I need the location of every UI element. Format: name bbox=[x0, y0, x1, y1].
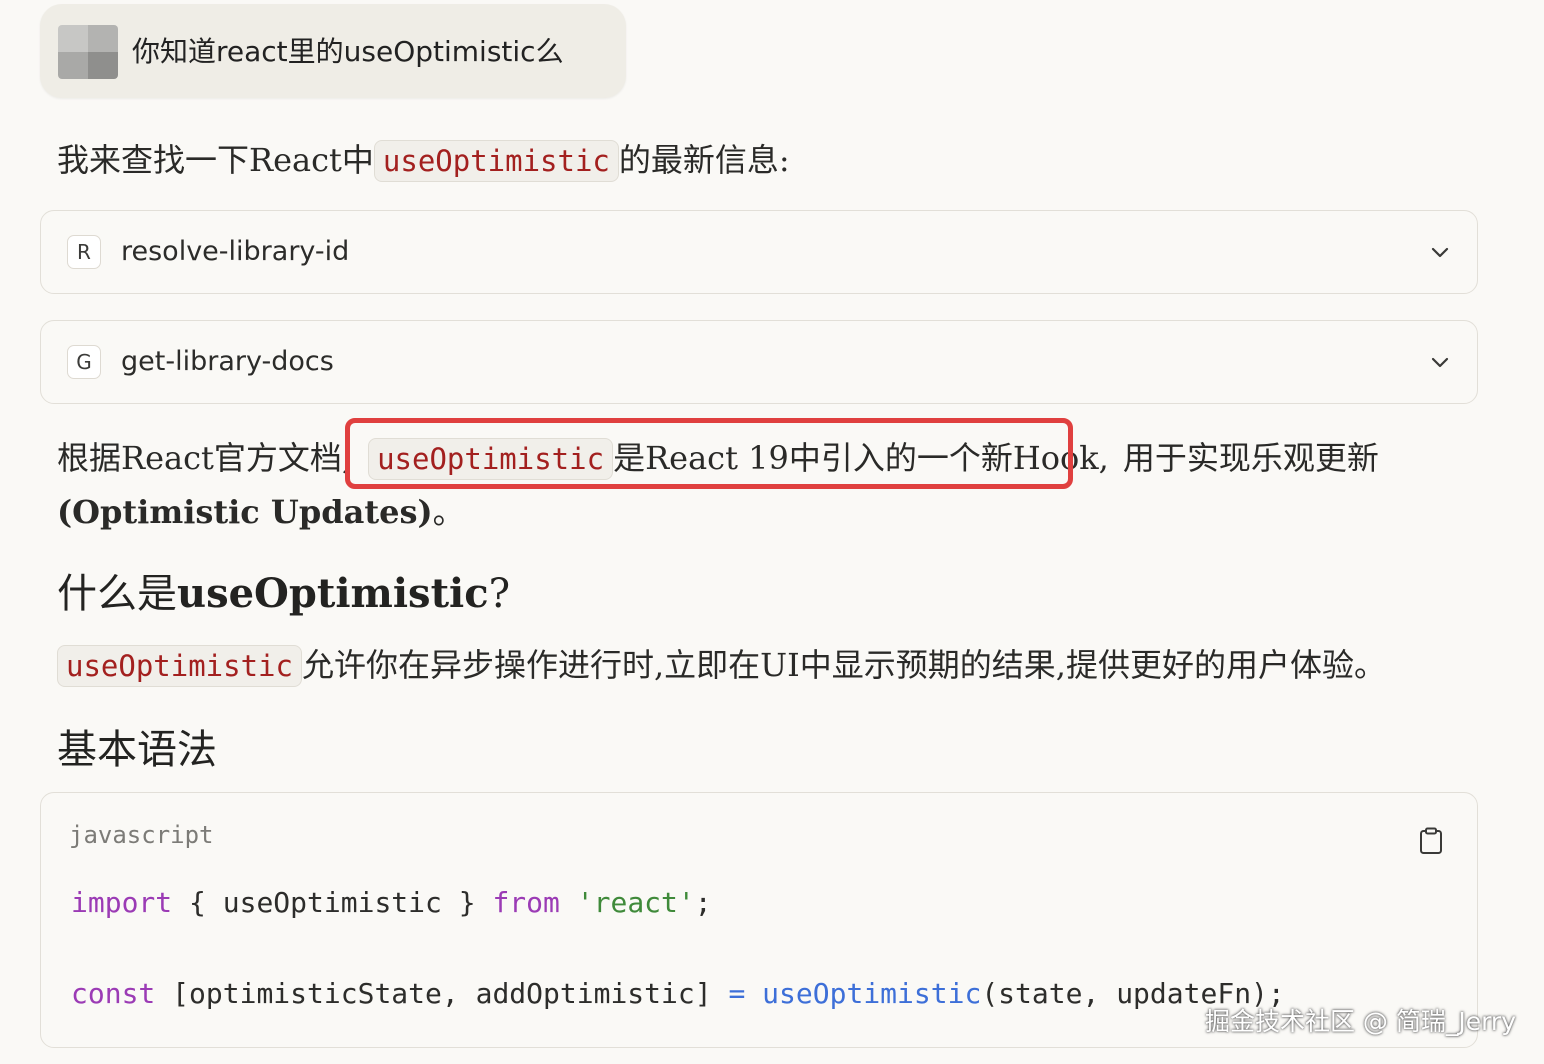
inline-code: useOptimistic bbox=[368, 438, 614, 480]
heading-1-suffix: ? bbox=[488, 571, 511, 617]
clipboard-copy-icon[interactable] bbox=[1419, 827, 1443, 855]
inline-code: useOptimistic bbox=[373, 140, 619, 182]
user-message-bubble: 你知道react里的useOptimistic么 bbox=[40, 4, 626, 98]
paragraph-1-highlighted: 是React 19中引入的一个新Hook, bbox=[613, 439, 1109, 477]
code-text: { useOptimistic } bbox=[172, 886, 493, 919]
tool-call-get-library-docs[interactable]: G get-library-docs bbox=[40, 320, 1478, 404]
paragraph-1-bold: (Optimistic Updates) bbox=[57, 493, 433, 531]
heading-1-bold: useOptimistic bbox=[177, 570, 489, 617]
watermark: 掘金技术社区 @ 简瑞_Jerry bbox=[1204, 1007, 1516, 1036]
assistant-intro: 我来查找一下React中 useOptimistic 的最新信息: bbox=[57, 138, 790, 182]
answer-paragraph-2: useOptimistic 允许你在异步操作进行时,立即在UI中显示预期的结果,提… bbox=[57, 643, 1386, 687]
code-keyword: import bbox=[71, 886, 173, 919]
paragraph-1-suffix: 用于实现乐观更新 bbox=[1122, 439, 1379, 477]
paragraph-2-text: 允许你在异步操作进行时,立即在UI中显示预期的结果,提供更好的用户体验。 bbox=[301, 646, 1386, 684]
code-language-label: javascript bbox=[69, 821, 214, 849]
paragraph-1-prefix: 根据React官方文档, bbox=[57, 439, 353, 477]
user-message-text: 你知道react里的useOptimistic么 bbox=[132, 35, 564, 68]
tool-badge: G bbox=[67, 345, 101, 379]
tool-name: get-library-docs bbox=[121, 346, 334, 377]
answer-paragraph-1-line-2: (Optimistic Updates)。 bbox=[57, 490, 465, 534]
code-line-2: const [optimisticState, addOptimistic] =… bbox=[71, 974, 1285, 1014]
code-string: 'react' bbox=[576, 886, 695, 919]
avatar bbox=[58, 25, 118, 79]
intro-prefix: 我来查找一下React中 bbox=[57, 141, 374, 179]
code-text: [optimisticState, addOptimistic] bbox=[155, 977, 729, 1010]
chevron-down-icon[interactable] bbox=[1429, 351, 1451, 373]
section-heading-what-is: 什么是useOptimistic? bbox=[57, 568, 510, 620]
code-function: useOptimistic bbox=[762, 977, 982, 1010]
answer-paragraph-1: 根据React官方文档, useOptimistic 是React 19中引入的一个… bbox=[57, 436, 1379, 480]
chevron-down-icon[interactable] bbox=[1429, 241, 1451, 263]
code-line-1: import { useOptimistic } from 'react'; bbox=[71, 883, 712, 923]
code-text: ; bbox=[694, 886, 712, 919]
tool-badge: R bbox=[67, 235, 101, 269]
inline-code: useOptimistic bbox=[57, 645, 302, 687]
section-heading-syntax: 基本语法 bbox=[57, 727, 217, 773]
tool-name: resolve-library-id bbox=[121, 236, 350, 267]
code-operator: = bbox=[728, 977, 746, 1010]
paragraph-1-end: 。 bbox=[432, 493, 465, 531]
heading-1-prefix: 什么是 bbox=[57, 571, 177, 617]
tool-call-resolve-library-id[interactable]: R resolve-library-id bbox=[40, 210, 1478, 294]
code-keyword: const bbox=[71, 977, 156, 1010]
intro-suffix: 的最新信息: bbox=[618, 141, 790, 179]
code-keyword: from bbox=[492, 886, 560, 919]
